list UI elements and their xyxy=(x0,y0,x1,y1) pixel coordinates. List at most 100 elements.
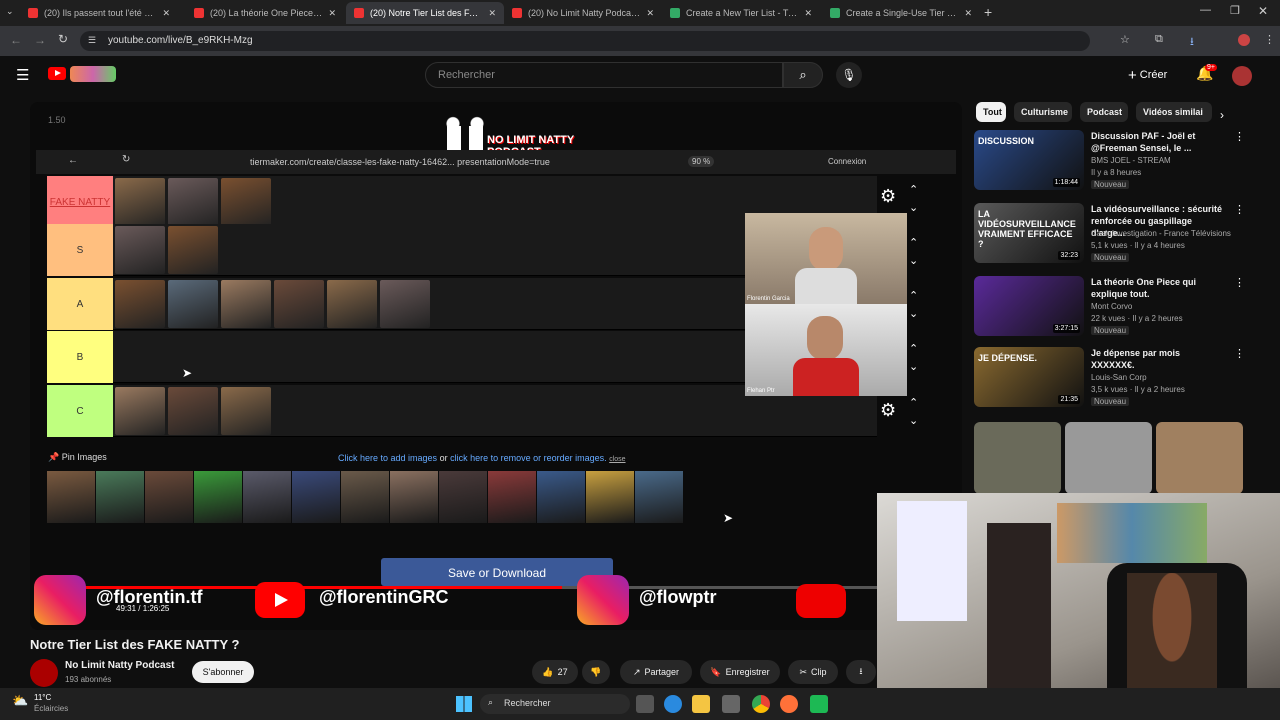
site-info-icon[interactable]: ☰ xyxy=(88,35,96,46)
channel-name[interactable]: No Limit Natty Podcast xyxy=(65,660,174,671)
firefox-icon[interactable] xyxy=(780,695,798,713)
app-icon[interactable] xyxy=(810,695,828,713)
save-button[interactable]: 🔖 Enregistrer xyxy=(700,660,780,684)
chrome-icon[interactable] xyxy=(752,695,770,713)
chevron-down-icon[interactable]: ⌄ xyxy=(909,307,918,320)
remove-images-link[interactable]: click here to remove or reorder images. xyxy=(450,453,607,463)
gear-icon[interactable]: ⚙ xyxy=(880,400,896,421)
weather-icon[interactable]: ⛅ xyxy=(12,693,28,709)
tier-image[interactable] xyxy=(168,387,218,435)
channel-name[interactable]: Mont Corvo xyxy=(1091,302,1132,311)
tier-image[interactable] xyxy=(168,226,218,274)
account-avatar[interactable] xyxy=(1232,66,1252,86)
video-thumbnail[interactable]: 3:27:15 xyxy=(974,276,1084,336)
store-icon[interactable] xyxy=(722,695,740,713)
download-icon[interactable]: ⭳ xyxy=(1190,33,1194,52)
tier-image[interactable] xyxy=(327,280,377,328)
filter-chip[interactable]: Podcast xyxy=(1080,102,1128,122)
windows-start-icon[interactable] xyxy=(456,696,472,712)
channel-avatar[interactable] xyxy=(30,659,58,687)
pool-image[interactable] xyxy=(586,471,634,523)
browser-tab[interactable]: (20) No Limit Natty Podcast - Y ✕ xyxy=(504,2,662,24)
add-images-link[interactable]: Click here to add images xyxy=(338,453,437,463)
channel-name[interactable]: Cash Investigation - France Télévisions xyxy=(1091,229,1231,238)
short-thumbnail[interactable] xyxy=(974,422,1061,494)
search-button[interactable]: ⌕ xyxy=(783,62,823,88)
pool-image[interactable] xyxy=(390,471,438,523)
pool-image[interactable] xyxy=(145,471,193,523)
tier-label[interactable]: C xyxy=(47,385,113,437)
restore-icon[interactable]: ❐ xyxy=(1230,4,1240,17)
tier-image[interactable] xyxy=(221,280,271,328)
minimize-icon[interactable]: — xyxy=(1200,4,1211,16)
clip-button[interactable]: ✂ Clip xyxy=(788,660,838,684)
close-tab-icon[interactable]: ✕ xyxy=(640,8,654,19)
tab-search-icon[interactable]: ⌄ xyxy=(6,6,20,20)
video-thumbnail[interactable]: DISCUSSION 1:18:44 xyxy=(974,130,1084,190)
create-button[interactable]: + Créer xyxy=(1128,64,1182,86)
browser-tab[interactable]: (20) La théorie One Piece qui e✕ xyxy=(186,2,344,24)
filter-chip[interactable]: Vidéos similai xyxy=(1136,102,1212,122)
tier-image[interactable] xyxy=(115,226,165,274)
pool-image[interactable] xyxy=(439,471,487,523)
video-thumbnail[interactable]: LA VIDÉOSURVEILLANCE VRAIMENT EFFICACE ?… xyxy=(974,203,1084,263)
pool-image[interactable] xyxy=(635,471,683,523)
tier-image[interactable] xyxy=(115,280,165,328)
chevron-up-icon[interactable]: ⌃ xyxy=(909,236,918,249)
short-thumbnail[interactable] xyxy=(1156,422,1243,494)
voice-search-icon[interactable]: 🎙 xyxy=(836,62,862,88)
file-explorer-icon[interactable] xyxy=(692,695,710,713)
search-input[interactable]: Rechercher xyxy=(425,62,783,88)
more-options-icon[interactable]: ⋮ xyxy=(1234,347,1245,360)
browser-menu-icon[interactable]: ⋮ xyxy=(1264,33,1275,46)
extensions-icon[interactable]: ⧉ xyxy=(1155,33,1163,46)
tier-label[interactable]: B xyxy=(47,331,113,383)
close-tab-icon[interactable]: ✕ xyxy=(156,8,170,19)
video-title[interactable]: Discussion PAF - Joël et @Freeman Sensei… xyxy=(1091,130,1226,154)
close-tab-icon[interactable]: ✕ xyxy=(958,8,972,19)
youtube-logo[interactable] xyxy=(48,67,66,80)
bookmark-star-icon[interactable]: ☆ xyxy=(1120,33,1130,46)
chevron-up-icon[interactable]: ⌃ xyxy=(909,396,918,409)
pin-images-label[interactable]: 📌 Pin Images xyxy=(48,452,107,463)
url-field[interactable]: youtube.com/live/B_e9RKH-Mzg xyxy=(80,31,1090,51)
more-options-icon[interactable]: ⋮ xyxy=(1234,130,1245,143)
like-button[interactable]: 👍 27 xyxy=(532,660,578,684)
browser-tab[interactable]: (20) Ils passent tout l'été dans l ✕ xyxy=(20,2,178,24)
dislike-button[interactable]: 👎 xyxy=(582,660,610,684)
browser-tab[interactable]: Create a New Tier List - TierMa ✕ xyxy=(662,2,820,24)
tier-image[interactable] xyxy=(115,178,165,226)
profile-avatar[interactable] xyxy=(1238,34,1250,46)
pool-image[interactable] xyxy=(292,471,340,523)
pool-image[interactable] xyxy=(537,471,585,523)
recommended-video[interactable]: 3:27:15 La théorie One Piece qui explique… xyxy=(974,276,1245,338)
task-view-icon[interactable] xyxy=(636,695,654,713)
chevron-down-icon[interactable]: ⌄ xyxy=(909,360,918,373)
filter-chip[interactable]: Culturisme xyxy=(1014,102,1072,122)
forward-icon[interactable]: → xyxy=(34,33,46,47)
hamburger-menu-icon[interactable]: ☰ xyxy=(16,66,29,84)
subscribe-button[interactable]: S'abonner xyxy=(192,661,254,683)
pool-image[interactable] xyxy=(488,471,536,523)
tier-image[interactable] xyxy=(115,387,165,435)
chevron-up-icon[interactable]: ⌃ xyxy=(909,342,918,355)
tier-label[interactable]: S xyxy=(47,224,113,276)
chevron-up-icon[interactable]: ⌃ xyxy=(909,289,918,302)
tier-label[interactable]: FAKE NATTY xyxy=(47,176,113,228)
more-options-icon[interactable]: ⋮ xyxy=(1234,276,1245,289)
close-link[interactable]: close xyxy=(609,456,625,463)
browser-tab[interactable]: (20) Notre Tier List des FAKE N✕ xyxy=(346,2,504,24)
edge-icon[interactable] xyxy=(664,695,682,713)
video-title[interactable]: La théorie One Piece qui explique tout. xyxy=(1091,276,1226,300)
recommended-video[interactable]: LA VIDÉOSURVEILLANCE VRAIMENT EFFICACE ?… xyxy=(974,203,1245,265)
chevron-up-icon[interactable]: ⌃ xyxy=(909,183,918,196)
back-icon[interactable]: ← xyxy=(10,33,22,47)
tier-image[interactable] xyxy=(221,178,271,226)
browser-tab[interactable]: Create a Single-Use Tier List (P✕ xyxy=(822,2,980,24)
close-tab-icon[interactable]: ✕ xyxy=(482,8,496,19)
close-tab-icon[interactable]: ✕ xyxy=(322,8,336,19)
video-thumbnail[interactable]: JE DÉPENSE. 21:35 xyxy=(974,347,1084,407)
close-tab-icon[interactable]: ✕ xyxy=(798,8,812,19)
pool-image[interactable] xyxy=(194,471,242,523)
share-button[interactable]: ↗ Partager xyxy=(620,660,692,684)
